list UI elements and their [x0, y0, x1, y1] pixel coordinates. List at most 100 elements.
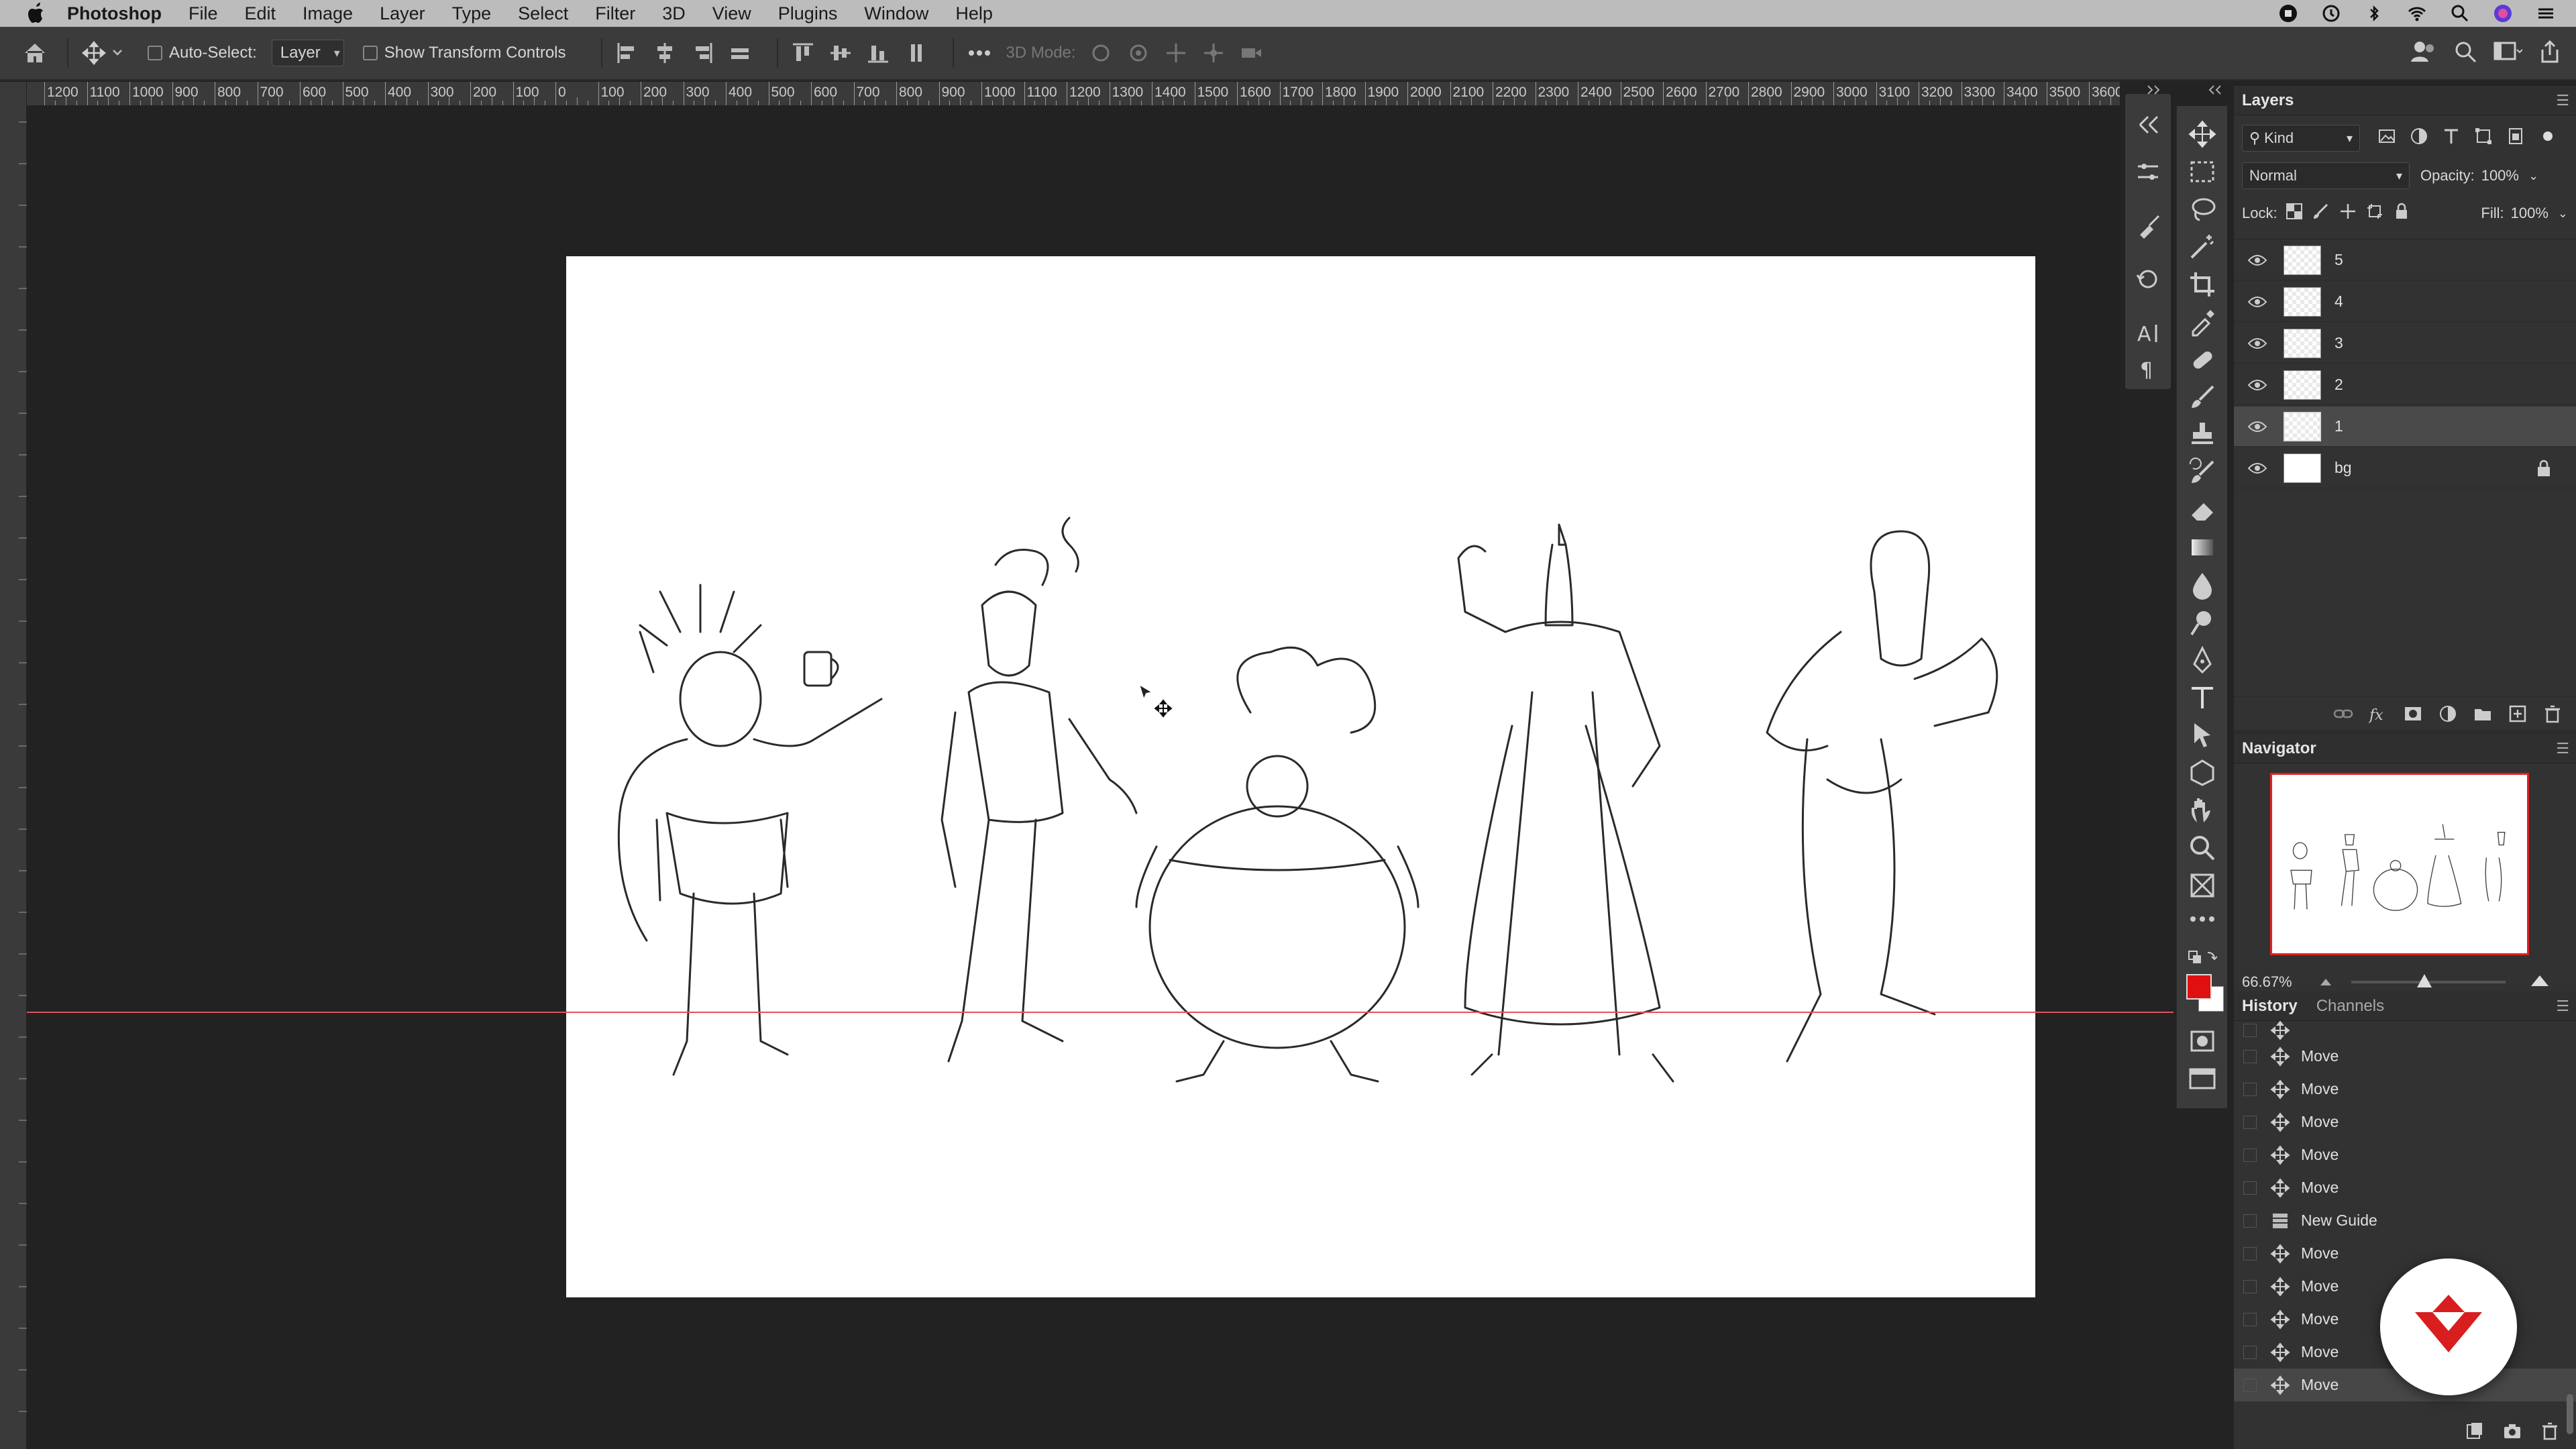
3d-scale-icon[interactable] — [1238, 40, 1264, 66]
filter-smart-object-icon[interactable] — [2506, 127, 2525, 150]
history-item[interactable]: Move — [2234, 1138, 2576, 1171]
add-mask-icon[interactable] — [2403, 704, 2423, 724]
navigator-preview[interactable] — [2270, 773, 2529, 955]
menu-window[interactable]: Window — [864, 3, 928, 24]
eraser-tool-icon[interactable] — [2188, 495, 2217, 525]
character-panel-icon[interactable]: A — [2135, 319, 2161, 346]
layer-lock-icon[interactable] — [2536, 460, 2552, 477]
time-machine-icon[interactable] — [2321, 3, 2341, 23]
zoom-slider[interactable] — [2351, 974, 2506, 987]
adjustment-layer-icon[interactable] — [2438, 704, 2458, 724]
layer-row[interactable]: 5 — [2234, 240, 2576, 280]
menu-select[interactable]: Select — [518, 3, 568, 24]
menu-filter[interactable]: Filter — [595, 3, 635, 24]
paragraph-icon[interactable]: ¶ — [2135, 356, 2161, 382]
menu-edit[interactable]: Edit — [245, 3, 276, 24]
foreground-color-swatch[interactable] — [2186, 974, 2212, 1000]
horizontal-guide[interactable] — [27, 1012, 2174, 1013]
layer-row-selected[interactable]: 1 — [2234, 407, 2576, 447]
filter-toggle-icon[interactable] — [2538, 127, 2557, 150]
search-icon[interactable] — [2453, 39, 2478, 69]
menu-view[interactable]: View — [712, 3, 751, 24]
layer-row[interactable]: 2 — [2234, 365, 2576, 405]
distribute-vertical-icon[interactable] — [903, 40, 928, 66]
frame-tool-icon[interactable] — [2188, 871, 2217, 900]
filter-shape-icon[interactable] — [2474, 127, 2493, 150]
marquee-tool-icon[interactable] — [2188, 157, 2217, 186]
opacity-value[interactable]: 100% — [2481, 167, 2519, 184]
dodge-tool-icon[interactable] — [2188, 608, 2217, 637]
new-group-icon[interactable] — [2473, 704, 2493, 724]
lock-position-icon[interactable] — [2339, 203, 2357, 224]
shape-tool-icon[interactable] — [2188, 758, 2217, 788]
healing-brush-tool-icon[interactable] — [2188, 345, 2217, 374]
history-item[interactable]: Move — [2234, 1040, 2576, 1073]
delete-layer-icon[interactable] — [2542, 704, 2563, 724]
bluetooth-icon[interactable] — [2364, 3, 2384, 23]
3d-pan-icon[interactable] — [1163, 40, 1189, 66]
lock-all-icon[interactable] — [2393, 203, 2410, 224]
share-export-icon[interactable] — [2537, 39, 2563, 69]
record-icon[interactable] — [2278, 3, 2298, 23]
lasso-tool-icon[interactable] — [2188, 195, 2217, 224]
layer-row[interactable]: 3 — [2234, 323, 2576, 364]
pen-tool-icon[interactable] — [2188, 645, 2217, 675]
fill-value[interactable]: 100% — [2511, 205, 2548, 222]
type-tool-icon[interactable] — [2188, 683, 2217, 712]
zoom-slider-thumb[interactable] — [2416, 974, 2432, 987]
layer-filter-dropdown[interactable]: ⚲ Kind ▾ — [2242, 125, 2360, 152]
screen-mode-icon[interactable] — [2188, 1064, 2217, 1093]
collapse-panels-icon[interactable] — [2147, 85, 2163, 95]
wifi-icon[interactable] — [2407, 3, 2427, 23]
move-tool-icon[interactable] — [2188, 119, 2217, 149]
align-bottom-icon[interactable] — [865, 40, 891, 66]
collapse-icon[interactable] — [2135, 111, 2161, 138]
horizontal-ruler[interactable]: 1200 1100 1000 900 800 700 600 500 400 300 200 100 0… — [27, 82, 2120, 106]
eyedropper-tool-icon[interactable] — [2188, 307, 2217, 337]
hand-tool-icon[interactable] — [2188, 796, 2217, 825]
lock-transparent-icon[interactable] — [2286, 203, 2303, 224]
clone-stamp-tool-icon[interactable] — [2188, 420, 2217, 449]
align-center-icon[interactable] — [652, 40, 678, 66]
history-brush-tool-icon[interactable] — [2188, 458, 2217, 487]
auto-select-checkbox[interactable] — [148, 46, 162, 60]
blend-mode-dropdown[interactable]: Normal ▾ — [2242, 162, 2410, 189]
history-item[interactable]: Move — [2234, 1171, 2576, 1204]
visibility-eye-icon[interactable] — [2247, 333, 2267, 354]
panel-menu-icon[interactable]: ☰ — [2556, 740, 2569, 757]
vertical-ruler[interactable] — [0, 82, 27, 1449]
opacity-chevron-icon[interactable]: ⌄ — [2528, 169, 2538, 183]
brush-tool-icon[interactable] — [2188, 382, 2217, 412]
apple-icon[interactable] — [24, 1, 48, 25]
layer-row[interactable]: 4 — [2234, 282, 2576, 322]
workspace-icon[interactable] — [2493, 39, 2523, 69]
brush-settings-icon[interactable] — [2135, 212, 2161, 239]
history-item[interactable]: Move — [2234, 1073, 2576, 1106]
panel-menu-icon[interactable]: ☰ — [2556, 998, 2569, 1015]
distribute-icon[interactable] — [727, 40, 753, 66]
menu-file[interactable]: File — [189, 3, 218, 24]
align-left-icon[interactable] — [614, 40, 640, 66]
history-item[interactable]: New Guide — [2234, 1204, 2576, 1237]
menu-type[interactable]: Type — [452, 3, 492, 24]
zoom-value[interactable]: 66.67% — [2242, 973, 2292, 991]
tab-channels[interactable]: Channels — [2316, 997, 2384, 1016]
siri-icon[interactable] — [2493, 3, 2513, 23]
history-brush-icon[interactable] — [2135, 266, 2161, 292]
zoom-in-icon[interactable] — [2530, 973, 2550, 991]
share-people-icon[interactable] — [2410, 39, 2438, 69]
history-item[interactable]: Move — [2234, 1106, 2576, 1138]
fx-icon[interactable]: fx — [2368, 704, 2388, 724]
visibility-eye-icon[interactable] — [2247, 250, 2267, 270]
tool-preset-chevron-icon[interactable] — [107, 49, 127, 57]
more-tools-icon[interactable] — [2188, 912, 2217, 942]
align-top-icon[interactable] — [790, 40, 816, 66]
menu-layer[interactable]: Layer — [380, 3, 425, 24]
more-options-icon[interactable] — [966, 50, 993, 56]
link-layers-icon[interactable] — [2333, 704, 2353, 724]
lock-pixels-icon[interactable] — [2312, 203, 2330, 224]
align-middle-icon[interactable] — [828, 40, 853, 66]
home-icon[interactable] — [15, 41, 55, 65]
new-document-from-state-icon[interactable] — [2465, 1421, 2485, 1441]
filter-type-icon[interactable] — [2442, 127, 2461, 150]
